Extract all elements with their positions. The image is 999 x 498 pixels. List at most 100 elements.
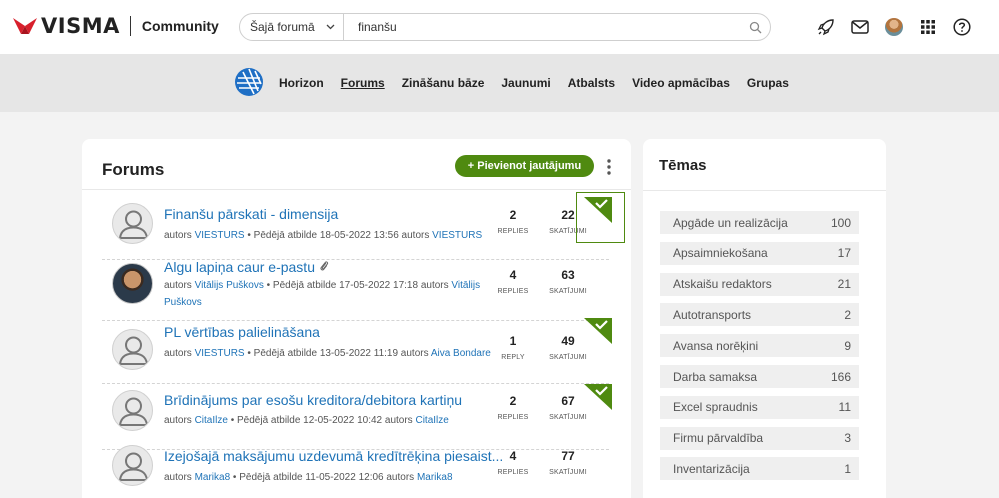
- solved-badge-icon: [584, 318, 612, 344]
- author-prefix: autors: [164, 415, 195, 426]
- replies-stat-count: 4: [509, 449, 517, 463]
- default-avatar-icon: [118, 210, 149, 239]
- replies-stat-label: REPLIES: [497, 288, 529, 295]
- community-label: Community: [141, 18, 219, 34]
- default-avatar-icon: [118, 336, 149, 365]
- nav-item-support[interactable]: Atbalsts: [568, 76, 615, 90]
- topic-label: Apsaimniekošana: [673, 246, 768, 261]
- apps-grid-icon[interactable]: [918, 17, 938, 37]
- author-link[interactable]: Marika8: [195, 472, 231, 483]
- add-question-button[interactable]: + Pievienot jautājumu: [455, 155, 594, 177]
- search-input[interactable]: [344, 20, 740, 34]
- forums-header-divider: [82, 189, 631, 190]
- author-prefix: autors: [164, 230, 195, 241]
- chevron-down-icon: [326, 24, 335, 30]
- avatar[interactable]: [884, 17, 904, 37]
- user-avatar[interactable]: [112, 390, 153, 431]
- replies-stat-label: REPLIES: [497, 228, 529, 235]
- last-reply-info: • Pēdējā atbilde 13-05-2022 11:19 autors: [244, 348, 431, 359]
- topic-item[interactable]: Inventarizācija 1: [660, 457, 859, 481]
- replies-stat-label: REPLIES: [497, 469, 529, 476]
- topic-item[interactable]: Darba samaksa 166: [660, 365, 859, 388]
- last-author-link[interactable]: VIESTURS: [432, 230, 482, 241]
- forum-row-title[interactable]: PL vērtības palielināšana: [164, 324, 320, 340]
- topic-item[interactable]: Apsaimniekošana 17: [660, 241, 859, 265]
- logo-divider: [129, 16, 131, 36]
- replies-stat: 1 REPLY: [491, 334, 535, 361]
- topics-header-divider: [643, 190, 886, 191]
- forum-row[interactable]: Izejošajā maksājumu uzdevumā kredītrēķin…: [102, 439, 609, 498]
- forum-row-meta: autors VIESTURS • Pēdējā atbilde 13-05-2…: [164, 345, 499, 362]
- topic-item[interactable]: Autotransports 2: [660, 303, 859, 327]
- user-avatar[interactable]: [112, 329, 153, 370]
- author-link[interactable]: Vitālijs Puškovs: [195, 280, 264, 291]
- topic-item[interactable]: Firmu pārvaldība 3: [660, 426, 859, 450]
- nav-item-news[interactable]: Jaunumi: [501, 76, 550, 90]
- views-stat-label: SKATĪJUMI: [549, 414, 587, 421]
- forum-row-meta: autors Vitālijs Puškovs • Pēdējā atbilde…: [164, 277, 499, 311]
- replies-stat-label: REPLIES: [497, 414, 529, 421]
- last-author-link[interactable]: Aiva Bondare: [431, 348, 491, 359]
- visma-logo[interactable]: VISMA Community: [12, 15, 219, 37]
- views-stat: 77 SKATĪJUMI: [546, 449, 590, 476]
- replies-stat: 2 REPLIES: [491, 208, 535, 235]
- topic-item[interactable]: Excel spraudnis 11: [660, 395, 859, 419]
- mail-icon[interactable]: [850, 17, 870, 37]
- more-options-icon[interactable]: [604, 158, 614, 176]
- horizon-globe-icon[interactable]: [234, 67, 264, 97]
- forum-row-title[interactable]: Brīdinājums par esošu kreditora/debitora…: [164, 392, 462, 408]
- last-reply-info: • Pēdējā atbilde 11-05-2022 12:06 autors: [230, 472, 417, 483]
- topic-label: Avansa norēķini: [673, 338, 759, 353]
- author-prefix: autors: [164, 280, 195, 291]
- topic-label: Autotransports: [673, 307, 752, 322]
- forum-row[interactable]: PL vērtības palielināšana autors VIESTURS…: [102, 318, 612, 384]
- nav-item-horizon[interactable]: Horizon: [279, 76, 324, 90]
- topic-label: Inventarizācija: [673, 461, 750, 476]
- search-icon[interactable]: [740, 21, 770, 34]
- forum-row-meta: autors CitaIlze • Pēdējā atbilde 12-05-2…: [164, 412, 499, 429]
- nav-item-knowledge-base[interactable]: Zināšanu bāze: [402, 76, 485, 90]
- views-stat: 63 SKATĪJUMI: [546, 268, 590, 295]
- topic-item[interactable]: Apgāde un realizācija 100: [660, 211, 859, 234]
- header-actions: [816, 17, 986, 37]
- author-link[interactable]: CitaIlze: [195, 415, 228, 426]
- topic-label: Firmu pārvaldība: [673, 431, 764, 446]
- author-link[interactable]: VIESTURS: [195, 230, 245, 241]
- last-author-link[interactable]: Marika8: [417, 472, 453, 483]
- replies-stat: 4 REPLIES: [491, 449, 535, 476]
- topic-item[interactable]: Atskaišu redaktors 21: [660, 272, 859, 296]
- solved-highlight-outline: [576, 192, 625, 243]
- last-author-link[interactable]: CitaIlze: [415, 415, 448, 426]
- nav-item-forums[interactable]: Forums: [341, 76, 385, 90]
- forum-row[interactable]: Algu lapiņa caur e-pastu autors Vitālijs…: [102, 255, 609, 321]
- topic-count: 3: [844, 431, 851, 446]
- topic-count: 1: [844, 461, 851, 476]
- replies-stat: 4 REPLIES: [491, 268, 535, 295]
- user-avatar[interactable]: [112, 263, 153, 304]
- author-prefix: autors: [164, 472, 195, 483]
- topic-item[interactable]: Avansa norēķini 9: [660, 334, 859, 358]
- last-reply-info: • Pēdējā atbilde 18-05-2022 13:56 autors: [244, 230, 433, 241]
- author-prefix: autors: [164, 348, 195, 359]
- forum-row-title[interactable]: Finanšu pārskati - dimensija: [164, 206, 338, 222]
- nav-item-video-tutorials[interactable]: Video apmācības: [632, 76, 730, 90]
- nav-item-groups[interactable]: Grupas: [747, 76, 789, 90]
- help-icon[interactable]: [952, 17, 972, 37]
- replies-stat: 2 REPLIES: [491, 394, 535, 421]
- forum-row-title[interactable]: Algu lapiņa caur e-pastu: [164, 259, 329, 275]
- default-avatar-icon: [118, 452, 149, 481]
- replies-stat-count: 4: [509, 268, 517, 282]
- forum-row-title[interactable]: Izejošajā maksājumu uzdevumā kredītrēķin…: [164, 448, 503, 464]
- search-scope-select[interactable]: Šajā forumā: [240, 14, 344, 40]
- views-stat-count: 63: [561, 268, 575, 282]
- topic-label: Darba samaksa: [673, 369, 758, 384]
- user-avatar[interactable]: [112, 203, 153, 244]
- last-reply-info: • Pēdējā atbilde 12-05-2022 10:42 autors: [227, 415, 416, 426]
- forum-row[interactable]: Finanšu pārskati - dimensija autors VIEST…: [102, 194, 612, 260]
- author-link[interactable]: VIESTURS: [195, 348, 245, 359]
- topic-count: 17: [837, 246, 851, 261]
- views-stat-label: SKATĪJUMI: [549, 288, 587, 295]
- rocket-icon[interactable]: [816, 17, 836, 37]
- user-avatar[interactable]: [112, 445, 153, 486]
- topic-count: 21: [837, 277, 851, 292]
